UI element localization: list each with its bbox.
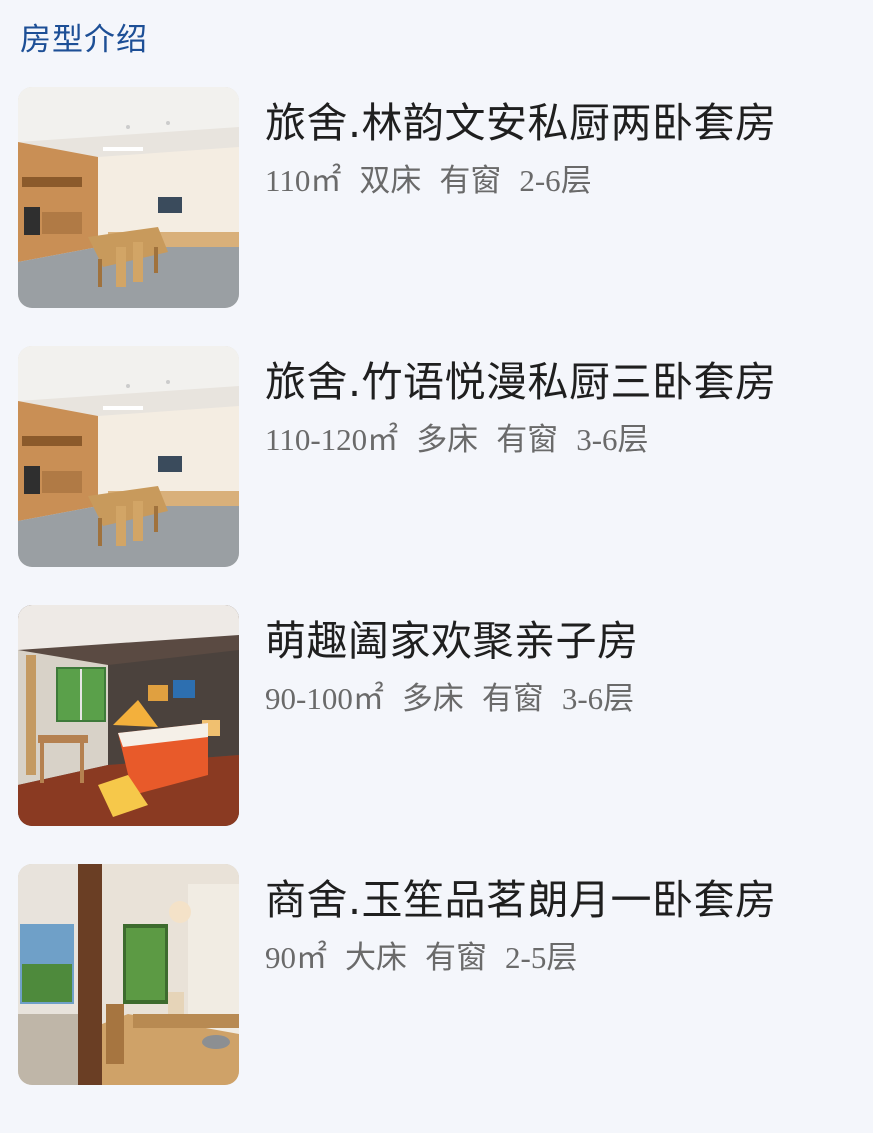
- room-photo[interactable]: [18, 864, 239, 1085]
- room-card[interactable]: 萌趣阖家欢聚亲子房 90-100㎡ 多床 有窗 3-6层: [18, 605, 858, 826]
- room-area: 90㎡: [265, 940, 327, 975]
- room-card[interactable]: 商舍.玉笙品茗朗月一卧套房 90㎡ 大床 有窗 2-5层: [18, 864, 858, 1085]
- room-floor-unit: 层: [560, 163, 592, 199]
- room-bed-type: 多床: [401, 681, 464, 717]
- room-photo[interactable]: [18, 605, 239, 826]
- room-area: 90-100㎡: [265, 681, 384, 716]
- room-photo[interactable]: [18, 346, 239, 567]
- room-floors: 3-6: [576, 422, 618, 457]
- kitchen-dining-photo-icon: [18, 346, 239, 567]
- room-specs: 110㎡ 双床 有窗 2-6层: [265, 161, 592, 201]
- room-specs: 110-120㎡ 多床 有窗 3-6层: [265, 420, 649, 460]
- room-card[interactable]: 旅舍.林韵文安私厨两卧套房 110㎡ 双床 有窗 2-6层: [18, 87, 858, 308]
- room-bed-type: 双床: [359, 163, 422, 199]
- section-title: 房型介绍: [20, 22, 148, 58]
- room-name: 商舍.玉笙品茗朗月一卧套房: [265, 876, 777, 924]
- room-floor-unit: 层: [617, 422, 649, 458]
- room-window: 有窗: [425, 940, 487, 976]
- room-specs: 90㎡ 大床 有窗 2-5层: [265, 938, 577, 978]
- family-bedroom-photo-icon: [18, 605, 239, 826]
- room-name: 萌趣阖家欢聚亲子房: [265, 617, 639, 665]
- room-window: 有窗: [439, 163, 502, 199]
- room-floors: 2-6: [519, 163, 561, 198]
- room-floors: 3-6: [561, 681, 604, 716]
- room-window: 有窗: [481, 681, 544, 717]
- room-card[interactable]: 旅舍.竹语悦漫私厨三卧套房 110-120㎡ 多床 有窗 3-6层: [18, 346, 858, 567]
- room-window: 有窗: [496, 422, 559, 458]
- room-name: 旅舍.竹语悦漫私厨三卧套房: [265, 358, 777, 406]
- room-name: 旅舍.林韵文安私厨两卧套房: [265, 99, 777, 147]
- room-area: 110-120㎡: [265, 422, 399, 457]
- room-floors: 2-5: [505, 940, 547, 975]
- suite-lounge-photo-icon: [18, 864, 239, 1085]
- room-floor-unit: 层: [603, 681, 635, 717]
- room-bed-type: 多床: [416, 422, 479, 458]
- kitchen-dining-photo-icon: [18, 87, 239, 308]
- room-bed-type: 大床: [345, 940, 407, 976]
- room-specs: 90-100㎡ 多床 有窗 3-6层: [265, 679, 634, 719]
- room-floor-unit: 层: [546, 940, 578, 976]
- room-photo[interactable]: [18, 87, 239, 308]
- room-area: 110㎡: [265, 163, 342, 198]
